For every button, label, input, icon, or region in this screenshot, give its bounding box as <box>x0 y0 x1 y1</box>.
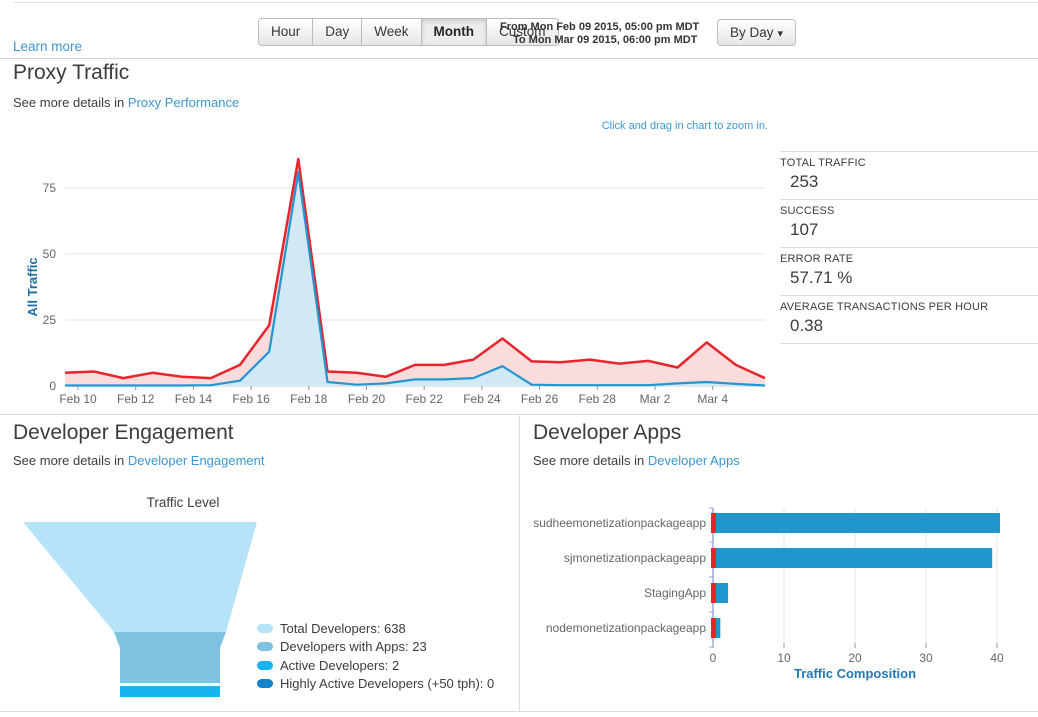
stat-value: 0.38 <box>790 316 824 335</box>
stat-item: TOTAL TRAFFIC 253 <box>780 151 1038 199</box>
date-range-display: From Mon Feb 09 2015, 05:00 pm MDT To Mo… <box>500 21 699 47</box>
stat-item: ERROR RATE 57.71 % <box>780 247 1038 295</box>
chevron-down-icon: ▾ <box>777 28 784 40</box>
developer-apps-subtitle: See more details in Developer Apps <box>533 453 740 468</box>
proxy-performance-link[interactable]: Proxy Performance <box>128 95 239 110</box>
svg-text:40: 40 <box>990 651 1004 665</box>
legend-label: Total Developers: 638 <box>280 620 406 636</box>
svg-text:Mar 4: Mar 4 <box>697 392 728 406</box>
svg-text:50: 50 <box>43 247 57 261</box>
svg-text:Feb 16: Feb 16 <box>232 392 270 406</box>
chart-zoom-hint: Click and drag in chart to zoom in. <box>601 120 768 132</box>
range-button-day[interactable]: Day <box>313 18 363 46</box>
subtitle-prefix: See more details in <box>13 95 128 110</box>
legend-swatch <box>257 679 273 689</box>
proxy-traffic-title: Proxy Traffic <box>13 61 130 84</box>
svg-text:0: 0 <box>49 379 56 393</box>
legend-swatch <box>257 642 273 652</box>
learn-more-link[interactable]: Learn more <box>13 39 82 54</box>
top-border <box>13 2 1038 3</box>
stat-item: AVERAGE TRANSACTIONS PER HOUR 0.38 <box>780 295 1038 343</box>
svg-text:75: 75 <box>43 181 57 195</box>
proxy-traffic-chart[interactable]: 0 25 50 75 Feb 10 Feb 12 Feb 14 Feb 16 Feb 18 Feb… <box>0 140 780 413</box>
stat-label: TOTAL TRAFFIC <box>780 157 866 169</box>
developer-apps-link[interactable]: Developer Apps <box>648 453 740 468</box>
svg-text:20: 20 <box>848 651 862 665</box>
legend-swatch <box>257 623 273 633</box>
developer-apps-chart: 0 10 20 30 40 sudheemonetizationpackageapp sjm… <box>530 502 1038 692</box>
legend-label: Active Developers: 2 <box>280 657 400 673</box>
proxy-traffic-subtitle: See more details in Proxy Performance <box>13 95 239 110</box>
legend-label: Highly Active Developers (+50 tph): 0 <box>280 676 495 692</box>
stat-value: 57.71 % <box>790 268 853 287</box>
svg-text:Traffic Composition: Traffic Composition <box>794 666 916 681</box>
range-button-hour[interactable]: Hour <box>258 18 314 46</box>
svg-text:Feb 12: Feb 12 <box>117 392 155 406</box>
stat-value: 253 <box>790 172 819 191</box>
svg-text:sudheemonetizationpackageapp: sudheemonetizationpackageapp <box>533 516 706 530</box>
svg-text:Mar 2: Mar 2 <box>640 392 671 406</box>
svg-text:Feb 26: Feb 26 <box>521 392 559 406</box>
developer-engagement-subtitle: See more details in Developer Engagement <box>13 453 265 468</box>
svg-text:Feb 18: Feb 18 <box>290 392 328 406</box>
group-by-dropdown[interactable]: By Day ▾ <box>717 19 797 46</box>
range-button-month[interactable]: Month <box>421 18 488 46</box>
svg-text:StagingApp: StagingApp <box>644 586 706 600</box>
range-button-week[interactable]: Week <box>362 18 422 46</box>
developer-engagement-link[interactable]: Developer Engagement <box>128 453 265 468</box>
section-divider-vertical <box>519 415 520 711</box>
topbar-divider <box>0 58 1038 59</box>
subtitle-prefix: See more details in <box>13 453 128 468</box>
legend-item: Active Developers: 2 <box>257 656 494 675</box>
date-range-to: To Mon Mar 09 2015, 06:00 pm MDT <box>513 34 698 46</box>
svg-text:Feb 28: Feb 28 <box>579 392 617 406</box>
stat-item: SUCCESS 107 <box>780 199 1038 247</box>
subtitle-prefix: See more details in <box>533 453 648 468</box>
developer-apps-title: Developer Apps <box>533 421 682 444</box>
svg-text:nodemonetizationpackageapp: nodemonetizationpackageapp <box>546 621 706 635</box>
svg-text:0: 0 <box>710 651 717 665</box>
bottom-border <box>0 711 1038 712</box>
stat-label: SUCCESS <box>780 205 835 217</box>
svg-text:sjmonetizationpackageapp: sjmonetizationpackageapp <box>564 551 706 565</box>
svg-text:10: 10 <box>777 651 791 665</box>
svg-text:Feb 24: Feb 24 <box>463 392 501 406</box>
date-range-from: From Mon Feb 09 2015, 05:00 pm MDT <box>500 21 700 33</box>
traffic-stats-panel: TOTAL TRAFFIC 253 SUCCESS 107 ERROR RATE… <box>780 151 1038 344</box>
stat-label: ERROR RATE <box>780 253 854 265</box>
legend-item: Developers with Apps: 23 <box>257 638 494 657</box>
svg-text:Feb 22: Feb 22 <box>406 392 444 406</box>
svg-text:Feb 10: Feb 10 <box>59 392 97 406</box>
svg-text:Feb 14: Feb 14 <box>175 392 213 406</box>
svg-text:Feb 20: Feb 20 <box>348 392 386 406</box>
legend-swatch <box>257 660 273 670</box>
svg-text:All Traffic: All Traffic <box>25 257 40 316</box>
legend-item: Total Developers: 638 <box>257 619 494 638</box>
funnel-title: Traffic Level <box>146 495 220 510</box>
legend-label: Developers with Apps: 23 <box>280 639 427 655</box>
svg-text:30: 30 <box>919 651 933 665</box>
legend-item: Highly Active Developers (+50 tph): 0 <box>257 675 494 694</box>
developer-engagement-funnel <box>13 513 273 708</box>
funnel-legend: Total Developers: 638 Developers with Ap… <box>257 619 494 693</box>
developer-engagement-title: Developer Engagement <box>13 421 234 444</box>
svg-text:25: 25 <box>43 313 57 327</box>
group-by-label: By Day <box>730 25 774 40</box>
stat-label: AVERAGE TRANSACTIONS PER HOUR <box>780 301 989 313</box>
stat-value: 107 <box>790 220 819 239</box>
